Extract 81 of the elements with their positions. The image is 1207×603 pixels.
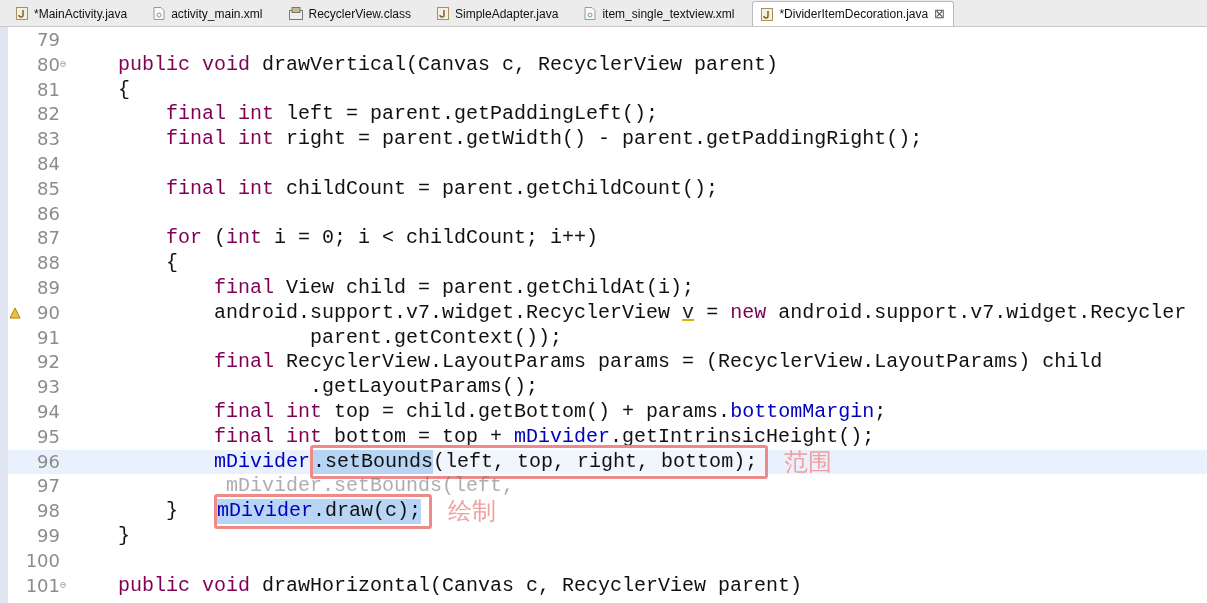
- line-number: 92: [36, 350, 60, 375]
- line-number: 101: [24, 573, 60, 598]
- code-token: mDivider: [217, 499, 314, 524]
- line-number: 86: [36, 201, 60, 226]
- editor-tab[interactable]: RecyclerView.class: [280, 1, 419, 26]
- code-token: {: [117, 77, 130, 103]
- code-token: View child = parent.getChildAt(i);: [285, 275, 695, 301]
- code-token: final int: [213, 424, 323, 450]
- code-token: top = child.getBottom() + params.: [333, 399, 731, 425]
- code-token: }: [117, 523, 130, 549]
- line-number: 94: [36, 399, 60, 424]
- code-token: .setBounds: [313, 449, 434, 475]
- line-number: 91: [36, 325, 60, 350]
- code-token: final int: [213, 399, 323, 425]
- java-file-icon: [761, 7, 774, 21]
- annotation-label: 范围: [784, 449, 833, 475]
- code-token: mDivider: [213, 449, 311, 475]
- code-token: new: [730, 300, 767, 326]
- line-number: 87: [36, 226, 60, 251]
- code-token: for: [165, 226, 203, 252]
- code-token: final int: [165, 127, 275, 152]
- line-number: 80: [36, 52, 60, 77]
- code-token: ;: [874, 399, 887, 425]
- code-token: .draw(c);: [313, 499, 422, 524]
- editor-tab[interactable]: SimpleAdapter.java: [429, 1, 567, 26]
- line-number: 83: [36, 127, 60, 152]
- code-token: .getLayoutParams();: [309, 375, 539, 400]
- java-file-icon: [437, 7, 449, 20]
- line-number: 96: [36, 449, 60, 474]
- code-token: childCount = parent.getChildCount();: [285, 176, 719, 202]
- code-token: drawVertical(Canvas c, RecyclerView parent): [261, 52, 779, 78]
- code-token: final: [213, 350, 275, 376]
- code-token: RecyclerView.LayoutParams params = (RecyclerView.LayoutParams) child: [285, 350, 1103, 376]
- code-token: android.support.v7.widget.RecyclerView: [213, 300, 672, 326]
- line-number: 99: [36, 523, 60, 548]
- line-number: 84: [36, 152, 60, 176]
- code-token: (: [213, 226, 227, 252]
- code-token: mDivider: [514, 424, 611, 450]
- editor-tab[interactable]: *DividerItemDecoration.java ⊠: [752, 1, 955, 26]
- code-token: i = 0; i < childCount; i++): [273, 226, 599, 252]
- editor-tab[interactable]: *MainActivity.java: [8, 1, 136, 26]
- code-token: right = parent.getWidth() - parent.getPaddingRight();: [285, 127, 923, 152]
- code-token: public void: [117, 52, 251, 78]
- xml-file-icon: [584, 7, 597, 20]
- line-number: 82: [36, 102, 60, 127]
- code-token: =: [705, 300, 720, 326]
- line-number: 81: [36, 77, 60, 102]
- code-token: bottom = top +: [333, 424, 504, 450]
- line-number: 88: [36, 251, 60, 276]
- line-number: 79: [36, 28, 60, 52]
- line-number: 97: [36, 474, 60, 499]
- code-token: v: [682, 300, 695, 326]
- code-token: final: [213, 275, 275, 301]
- code-token: left = parent.getPaddingLeft();: [285, 102, 659, 128]
- code-token: (left, top, right, bottom);: [433, 449, 758, 475]
- code-token: mDivider.setBounds(left,: [225, 474, 515, 499]
- line-number: 100: [24, 548, 60, 573]
- code-token: final int: [165, 176, 275, 202]
- code-token: {: [165, 251, 179, 276]
- line-number: 90: [36, 300, 60, 325]
- xml-file-icon: [153, 7, 166, 20]
- line-number: 93: [36, 375, 60, 400]
- line-number: 98: [36, 499, 60, 524]
- code-token: int: [226, 226, 263, 252]
- code-token: final int: [165, 102, 275, 128]
- editor-tab[interactable]: activity_main.xml: [145, 1, 271, 26]
- annotation-label: 绘制: [448, 499, 497, 524]
- code-token: drawHorizontal(Canvas c, RecyclerView parent): [261, 573, 803, 599]
- code-token: }: [165, 499, 180, 524]
- java-file-icon: [16, 7, 28, 20]
- line-number: 89: [36, 275, 60, 300]
- code-token: bottomMargin: [730, 399, 875, 425]
- close-icon[interactable]: ⊠: [934, 4, 946, 24]
- code-token: .getIntrinsicHeight();: [610, 424, 875, 450]
- class-file-icon: [288, 7, 303, 20]
- line-number: 85: [36, 176, 60, 201]
- code-token: public void: [117, 573, 251, 599]
- editor-tab[interactable]: item_single_textview.xml: [576, 1, 743, 26]
- line-number: 95: [36, 424, 60, 449]
- code-token: parent.getContext());: [309, 325, 563, 351]
- code-token: android.support.v7.widget.Recycler: [777, 300, 1187, 326]
